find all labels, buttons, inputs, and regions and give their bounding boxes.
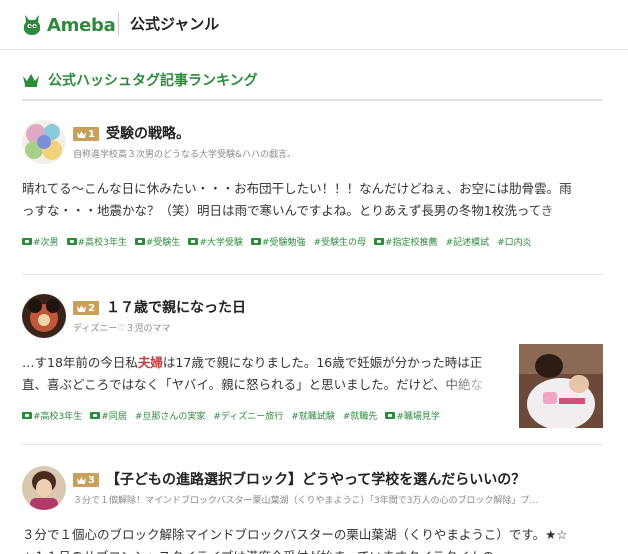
hashtag[interactable]: #職場見学 [385, 409, 440, 422]
avatar[interactable] [22, 294, 66, 338]
top-header: Ameba 公式ジャンル [0, 0, 628, 50]
entry-excerpt[interactable]: 晴れてる〜こんな日に休みたい・・・お布団干したい！！！なんだけどねぇ、お空には肋… [22, 178, 603, 222]
crown-icon [77, 476, 87, 484]
pr-icon [250, 238, 261, 245]
entry-title[interactable]: 受験の戦略。 [106, 123, 596, 143]
logo-text: Ameba [47, 14, 116, 36]
rank-number: 3 [88, 474, 95, 486]
pr-icon [188, 238, 199, 245]
blog-name[interactable]: ディズニー♡３児のママ [73, 321, 513, 334]
pr-icon [90, 412, 101, 419]
pr-icon [385, 412, 396, 419]
hashtag[interactable]: #指定校推薦 [374, 235, 438, 248]
ranking-entry-3[interactable]: 3 【子どもの進路選択ブロック】どうやって学校を選んだらいいの？ ３分で１個解除… [22, 466, 603, 554]
hashtag[interactable]: #ディズニー旅行 [213, 409, 283, 422]
pr-icon [134, 238, 145, 245]
entry-thumbnail[interactable] [519, 344, 603, 428]
pr-icon [22, 238, 32, 245]
excerpt-line: 直、喜ぶどころではなく「ヤバイ。親に怒られる」と思いました。だけど、中絶な [22, 377, 484, 392]
excerpt-line: ★１１月のサブコンシャスタイライブは満席全受付が始まっていますタイラタイムの… [22, 546, 603, 554]
hashtag[interactable]: #同居 [90, 409, 127, 422]
excerpt-line: ３分で１個心のブロック解除マインドブロックバスターの栗山葉湖（くりやまようこ）で… [22, 527, 568, 542]
hashtag[interactable]: #受験勉強 [250, 235, 305, 248]
blog-name[interactable]: 自称進学校高３次男のどうなる大学受験&ハハの戯言。 [73, 147, 593, 160]
excerpt-line: っすな・・・地震かな？（笑）明日は雨で寒いんですよね。とりあえず長男の冬物1枚洗… [22, 203, 554, 218]
hashtag[interactable]: #受験生 [134, 235, 180, 248]
rank-number: 2 [88, 302, 95, 314]
hashtag-list: #高校3年生 #同居 #旦那さんの実家 #ディズニー旅行 #就職試験 #就職先 … [22, 409, 440, 422]
hashtag[interactable]: #口内炎 [497, 235, 532, 248]
hashtag[interactable]: #就職試験 [291, 409, 335, 422]
avatar[interactable] [22, 466, 66, 510]
hashtag[interactable]: #大学受験 [188, 235, 243, 248]
hashtag-list: #次男 #高校3年生 #受験生 #大学受験 #受験勉強 #受験生の母 #指定校推… [22, 235, 532, 248]
rank-badge: 1 [73, 127, 99, 141]
ameba-logo[interactable]: Ameba [22, 11, 116, 39]
pr-icon [22, 412, 32, 419]
entry-title[interactable]: １７歳で親になった日 [106, 297, 596, 317]
excerpt-fade [533, 200, 603, 222]
crown-icon [77, 130, 87, 138]
page-title[interactable]: 公式ジャンル [130, 13, 219, 34]
entry-excerpt[interactable]: …す18年前の今日私夫婦は17歳で親になりました。16歳で妊娠が分かった時は正 … [22, 352, 504, 396]
excerpt-line: 晴れてる〜こんな日に休みたい・・・お布団干したい！！！なんだけどねぇ、お空には肋… [22, 181, 572, 196]
excerpt-fade [434, 374, 504, 396]
pr-icon [66, 238, 77, 245]
section-heading: 公式ハッシュタグ記事ランキング [22, 70, 258, 90]
pr-icon [374, 238, 385, 245]
entry-divider [22, 444, 603, 445]
rank-badge: 2 [73, 301, 99, 315]
rank-number: 1 [88, 128, 95, 140]
crown-icon [23, 74, 39, 87]
entry-divider [22, 274, 603, 275]
section-divider [22, 99, 603, 101]
avatar[interactable] [22, 120, 66, 164]
hashtag[interactable]: #旦那さんの実家 [135, 409, 206, 422]
entry-excerpt[interactable]: ３分で１個心のブロック解除マインドブロックバスターの栗山葉湖（くりやまようこ）で… [22, 524, 603, 554]
section-title: 公式ハッシュタグ記事ランキング [48, 73, 258, 89]
hashtag[interactable]: #高校3年生 [66, 235, 127, 248]
hashtag[interactable]: #次男 [22, 235, 59, 248]
hashtag[interactable]: #高校3年生 [22, 409, 82, 422]
rank-badge: 3 [73, 473, 99, 487]
hashtag[interactable]: #受験生の母 [313, 235, 366, 248]
crown-icon [77, 304, 87, 312]
ameba-mascot-icon [23, 15, 41, 35]
excerpt-line: …す18年前の今日私夫婦は17歳で親になりました。16歳で妊娠が分かった時は正 [22, 355, 483, 370]
ranking-entry-1[interactable]: 1 受験の戦略。 自称進学校高３次男のどうなる大学受験&ハハの戯言。 晴れてる〜… [22, 120, 603, 275]
entry-title[interactable]: 【子どもの進路選択ブロック】どうやって学校を選んだらいいの？ [106, 469, 602, 489]
blog-name[interactable]: ３分で１個解除！マインドブロックバスター栗山葉湖（くりやまようこ）「3年間で3万… [73, 493, 601, 506]
hashtag[interactable]: #就職先 [343, 409, 378, 422]
header-divider [118, 12, 119, 36]
ranking-entry-2[interactable]: 2 １７歳で親になった日 ディズニー♡３児のママ …す18年前の今日私夫婦は17… [22, 294, 603, 445]
highlight-keyword: 夫婦 [137, 355, 163, 370]
hashtag[interactable]: #記述模試 [446, 235, 490, 248]
